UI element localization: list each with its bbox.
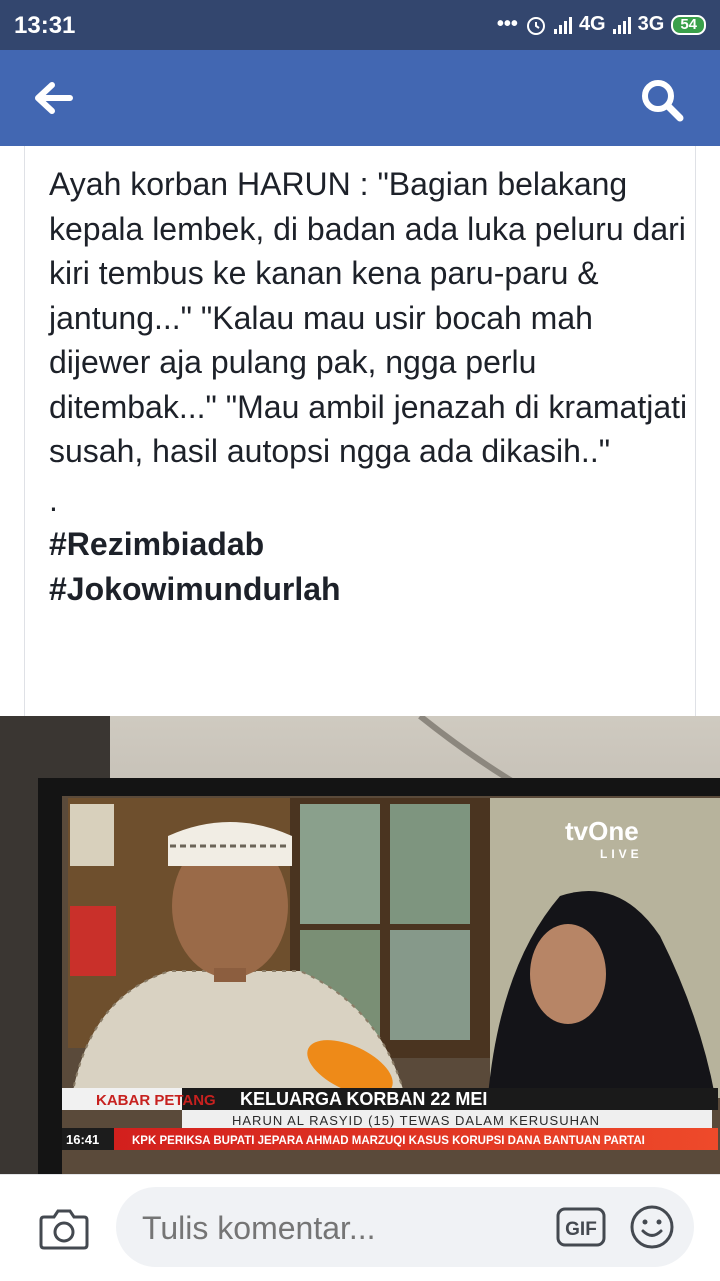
- search-button[interactable]: [638, 76, 686, 124]
- channel-logo-text: tvOne: [565, 816, 639, 846]
- status-bar: 13:31 ••• 4G 3G 54: [0, 0, 720, 50]
- emoji-button[interactable]: [628, 1203, 676, 1251]
- notification-dots: •••: [496, 13, 518, 35]
- headline-text: KELUARGA KORBAN 22 MEI: [240, 1089, 487, 1109]
- network-type-2: 3G: [637, 13, 665, 35]
- ticker-time: 16:41: [66, 1132, 99, 1147]
- app-bar: [0, 50, 720, 146]
- gif-label: GIF: [565, 1219, 597, 1240]
- network-type-1: 4G: [578, 13, 606, 35]
- camera-icon: [39, 1209, 89, 1250]
- post-content: Ayah korban HARUN : "Bagian belakang kep…: [24, 146, 696, 716]
- camera-button[interactable]: [38, 1205, 90, 1251]
- signal-icon: [553, 16, 572, 34]
- program-label: KABAR PETANG: [96, 1092, 216, 1109]
- battery-icon: 54: [671, 14, 706, 35]
- comment-bar: GIF: [0, 1174, 720, 1281]
- back-button[interactable]: [34, 80, 78, 116]
- gif-button[interactable]: GIF: [556, 1207, 606, 1247]
- comment-box[interactable]: GIF: [116, 1187, 694, 1267]
- status-icons: ••• 4G 3G 54: [497, 13, 706, 36]
- arrow-left-icon: [35, 82, 73, 114]
- post-separator: .: [49, 481, 58, 518]
- status-time: 13:31: [14, 12, 76, 39]
- ticker-text: KPK PERIKSA BUPATI JEPARA AHMAD MARZUQI …: [132, 1135, 645, 1147]
- signal-icon: [612, 16, 631, 34]
- post-text: Ayah korban HARUN : "Bagian belakang kep…: [49, 162, 689, 611]
- search-icon: [642, 80, 684, 122]
- channel-live-text: LIVE: [600, 847, 643, 861]
- gif-icon: GIF: [556, 1207, 606, 1247]
- post-photo[interactable]: tvOne LIVE KABAR PETANG KELUARGA KORBAN …: [0, 716, 720, 1174]
- subheadline-text: HARUN AL RASYID (15) TEWAS DALAM KERUSUH…: [232, 1113, 600, 1128]
- smiley-icon: [630, 1205, 674, 1249]
- post-paragraph: Ayah korban HARUN : "Bagian belakang kep…: [49, 166, 688, 469]
- tv-screen-image: tvOne LIVE KABAR PETANG KELUARGA KORBAN …: [0, 716, 720, 1174]
- comment-input[interactable]: [140, 1209, 524, 1248]
- hashtag-link[interactable]: #Rezimbiadab: [49, 522, 689, 567]
- alarm-icon: [526, 16, 545, 35]
- hashtag-link[interactable]: #Jokowimundurlah: [49, 567, 689, 612]
